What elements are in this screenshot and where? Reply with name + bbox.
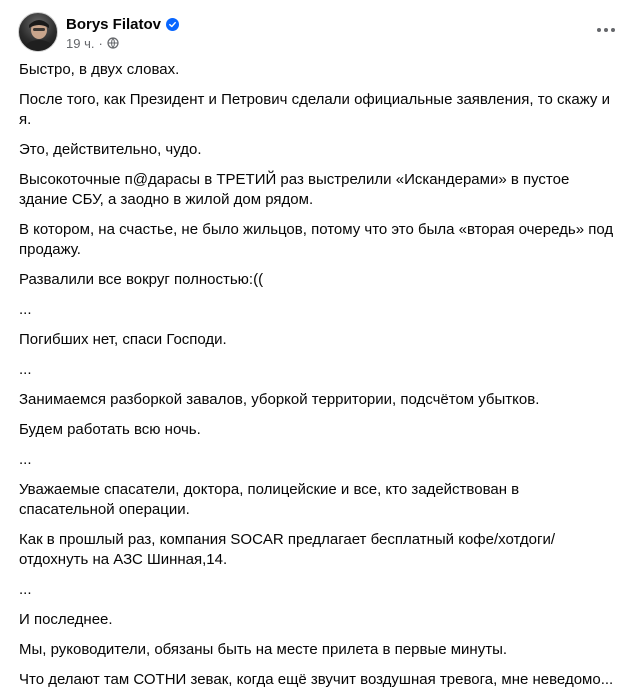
post-paragraph: Быстро, в двух словах.: [19, 61, 180, 78]
post-card: Borys Filatov 19 ч. · Быстро, в двух сло…: [0, 0, 631, 688]
post-paragraph: Погибших нет, спаси Господи.: [19, 331, 227, 348]
post-paragraph: Как в прошлый раз, компания SOCAR предла…: [19, 531, 555, 568]
post-paragraph: ...: [19, 451, 32, 468]
author-name[interactable]: Borys Filatov: [66, 16, 161, 33]
post-text: Быстро, в двух словах. После того, как Пр…: [19, 60, 615, 700]
author-avatar[interactable]: [18, 12, 58, 52]
post-paragraph: Будем работать всю ночь.: [19, 421, 201, 438]
post-paragraph: И последнее.: [19, 611, 113, 628]
post-paragraph: ...: [19, 361, 32, 378]
post-paragraph: Что делают там СОТНИ зевак, когда ещё зв…: [19, 671, 614, 688]
post-meta: 19 ч. ·: [66, 34, 119, 52]
post-paragraph: ...: [19, 581, 32, 598]
post-paragraph: После того, как Президент и Петрович сде…: [19, 91, 610, 128]
post-paragraph: Занимаемся разборкой завалов, уборкой те…: [19, 391, 540, 408]
post-paragraph: В котором, на счастье, не было жильцов, …: [19, 221, 614, 258]
post-paragraph: ...: [19, 301, 32, 318]
more-options-icon[interactable]: [594, 20, 618, 40]
post-paragraph: Это, действительно, чудо.: [19, 141, 202, 158]
post-paragraph: Развалили все вокруг полностью:((: [19, 271, 264, 288]
post-timestamp[interactable]: 19 ч.: [66, 36, 94, 51]
verified-badge-icon: [166, 17, 180, 31]
post-paragraph: Высокоточные п@дарасы в ТРЕТИЙ раз выстр…: [19, 171, 570, 208]
avatar-image: [23, 20, 55, 51]
post-header: Borys Filatov 19 ч. ·: [18, 12, 618, 52]
globe-icon[interactable]: [107, 37, 119, 49]
post-paragraph: Мы, руководители, обязаны быть на месте …: [19, 641, 508, 658]
author-row: Borys Filatov: [66, 14, 180, 34]
post-paragraph: Уважаемые спасатели, доктора, полицейски…: [19, 481, 520, 518]
meta-separator: ·: [98, 35, 103, 51]
